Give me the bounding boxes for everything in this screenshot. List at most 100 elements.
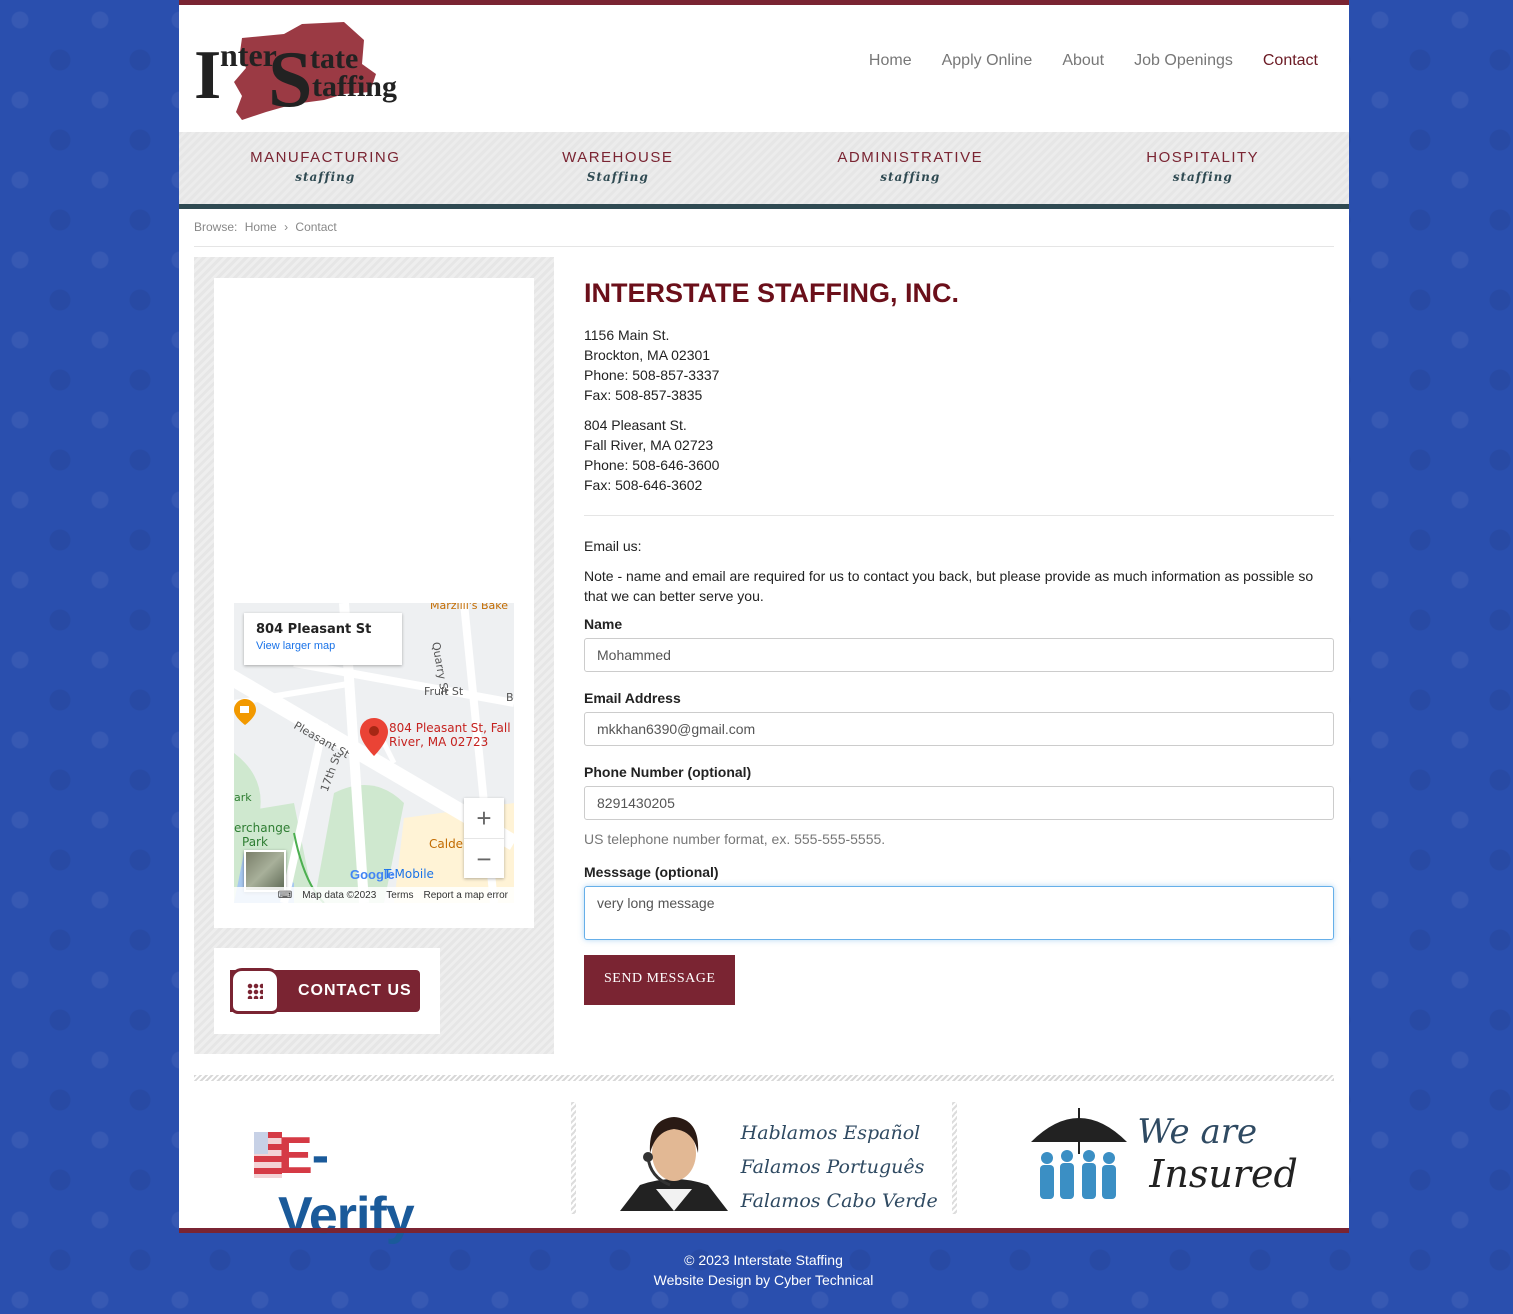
keyboard-icon[interactable]: ⌨ bbox=[278, 890, 292, 901]
category-title: ADMINISTRATIVE bbox=[837, 149, 984, 166]
phone-line: Phone: 508-857-3337 bbox=[584, 367, 720, 383]
page-bottom-border bbox=[179, 1228, 1349, 1233]
nav-job-openings[interactable]: Job Openings bbox=[1134, 52, 1233, 70]
category-subtitle: staffing bbox=[880, 170, 941, 184]
map-pin-label-line1: 804 Pleasant St, Fall bbox=[389, 721, 511, 735]
svg-text:I: I bbox=[194, 37, 221, 114]
page-container: I nter S tate taffing Home Apply Online … bbox=[179, 0, 1349, 1245]
main-content: INTERSTATE STAFFING, INC. 1156 Main St. … bbox=[584, 273, 1334, 1005]
breadcrumb-prefix: Browse: bbox=[194, 220, 238, 234]
map-park-label: ark bbox=[234, 791, 252, 804]
fax-line: Fax: 508-646-3602 bbox=[584, 477, 703, 493]
contact-us-label: CONTACT US bbox=[298, 982, 412, 999]
category-title: HOSPITALITY bbox=[1146, 149, 1260, 166]
languages-text: Hablamos Español Falamos Português Falam… bbox=[741, 1116, 938, 1218]
category-warehouse[interactable]: WAREHOUSE Staffing bbox=[472, 132, 765, 204]
zoom-in-button[interactable]: + bbox=[464, 798, 504, 838]
email-input[interactable]: mkkhan6390@gmail.com bbox=[584, 712, 1334, 746]
language-line: Hablamos Español bbox=[740, 1122, 921, 1144]
map-poi-label: Calde bbox=[429, 837, 464, 851]
everify-e: E bbox=[278, 1127, 313, 1185]
google-logo: Google bbox=[350, 867, 395, 882]
nav-apply-online[interactable]: Apply Online bbox=[942, 52, 1033, 70]
zoom-out-button[interactable]: − bbox=[464, 838, 504, 879]
address-line: 804 Pleasant St. bbox=[584, 417, 687, 433]
map-poi-label: Marzilli's Bake bbox=[430, 603, 509, 612]
message-label: Messsage (optional) bbox=[584, 864, 719, 880]
svg-text:taffing: taffing bbox=[312, 70, 397, 103]
map-satellite-toggle[interactable] bbox=[244, 850, 286, 892]
umbrella-people-icon bbox=[1031, 1108, 1128, 1199]
breadcrumb-current: Contact bbox=[295, 220, 337, 234]
address-line: Brockton, MA 02301 bbox=[584, 347, 711, 363]
languages-badge: Hablamos Español Falamos Português Falam… bbox=[570, 1102, 953, 1214]
category-administrative[interactable]: ADMINISTRATIVE staffing bbox=[764, 132, 1057, 204]
site-logo[interactable]: I nter S tate taffing bbox=[194, 20, 404, 124]
site-footer: © 2023 Interstate Staffing Website Desig… bbox=[0, 1250, 1513, 1290]
section-divider bbox=[584, 515, 1334, 516]
fax-line: Fax: 508-857-3835 bbox=[584, 387, 703, 403]
view-larger-map-link[interactable]: View larger map bbox=[256, 640, 390, 652]
insured-text: We are Insured bbox=[1137, 1112, 1297, 1196]
language-line: Falamos Cabo Verde bbox=[740, 1190, 938, 1212]
address-line: 1156 Main St. bbox=[584, 327, 670, 343]
phone-label: Phone Number (optional) bbox=[584, 764, 752, 780]
map-footer: ⌨ Map data ©2023 Terms Report a map erro… bbox=[234, 887, 514, 903]
category-hospitality[interactable]: HOSPITALITY staffing bbox=[1057, 132, 1350, 204]
design-credit-link[interactable]: Website Design by Cyber Technical bbox=[0, 1270, 1513, 1290]
category-title: MANUFACTURING bbox=[250, 149, 401, 166]
map-street-label: Fruit St bbox=[424, 685, 464, 698]
nav-about[interactable]: About bbox=[1062, 52, 1104, 70]
phone-help-text: US telephone number format, ex. 555-555-… bbox=[584, 831, 886, 847]
map-widget: 804 Pleasant St View larger map Marzilli… bbox=[214, 278, 534, 928]
category-subtitle: Staffing bbox=[586, 170, 649, 184]
contact-us-button[interactable]: CONTACT US bbox=[230, 968, 420, 1014]
name-label: Name bbox=[584, 616, 623, 632]
message-textarea[interactable]: very long message bbox=[584, 886, 1334, 940]
svg-text:S: S bbox=[268, 36, 313, 124]
everify-badge: E-Verify bbox=[194, 1102, 571, 1245]
sidebar: 804 Pleasant St View larger map Marzilli… bbox=[194, 257, 554, 1054]
breadcrumb-home-link[interactable]: Home bbox=[245, 220, 277, 234]
map-pin-label: 804 Pleasant St, Fall River, MA 02723 bbox=[389, 721, 511, 749]
map-data-attribution: Map data ©2023 bbox=[302, 889, 377, 901]
embedded-map[interactable]: 804 Pleasant St View larger map Marzilli… bbox=[234, 603, 514, 903]
category-manufacturing[interactable]: MANUFACTURING staffing bbox=[179, 132, 472, 204]
email-us-heading: Email us: bbox=[584, 538, 642, 554]
map-card-address: 804 Pleasant St bbox=[256, 622, 372, 637]
language-line: Falamos Português bbox=[740, 1156, 925, 1178]
phone-line: Phone: 508-646-3600 bbox=[584, 457, 720, 473]
map-report-error-link[interactable]: Report a map error bbox=[424, 890, 508, 901]
nav-contact[interactable]: Contact bbox=[1263, 52, 1318, 70]
phone-input[interactable]: 8291430205 bbox=[584, 786, 1334, 820]
office-brockton: 1156 Main St. Brockton, MA 02301 Phone: … bbox=[584, 325, 1334, 405]
map-info-card: 804 Pleasant St View larger map bbox=[244, 613, 402, 665]
breadcrumb-separator: › bbox=[284, 220, 289, 234]
map-street-label: B bbox=[506, 691, 514, 704]
nav-home[interactable]: Home bbox=[869, 52, 912, 70]
company-title: INTERSTATE STAFFING, INC. bbox=[584, 278, 959, 308]
form-note: Note - name and email are required for u… bbox=[584, 568, 1314, 604]
map-park-label: erchange bbox=[234, 821, 291, 835]
map-zoom-controls: + − bbox=[464, 798, 504, 878]
main-nav: Home Apply Online About Job Openings Con… bbox=[869, 52, 1318, 70]
category-subtitle: staffing bbox=[1172, 170, 1233, 184]
insured-line2: Insured bbox=[1149, 1152, 1298, 1196]
support-agent-icon bbox=[619, 1117, 728, 1211]
breadcrumb-divider bbox=[194, 246, 1334, 247]
category-bar: MANUFACTURING staffing WAREHOUSE Staffin… bbox=[179, 132, 1349, 209]
name-input[interactable]: Mohammed bbox=[584, 638, 1334, 672]
category-title: WAREHOUSE bbox=[562, 149, 674, 166]
category-subtitle: staffing bbox=[295, 170, 356, 184]
map-pin-label-line2: River, MA 02723 bbox=[389, 735, 489, 749]
insured-line1: We are bbox=[1137, 1112, 1258, 1152]
footer-divider bbox=[194, 1075, 1334, 1081]
map-pin-icon[interactable] bbox=[360, 718, 388, 756]
office-fall-river: 804 Pleasant St. Fall River, MA 02723 Ph… bbox=[584, 415, 1334, 495]
phone-icon bbox=[230, 968, 280, 1014]
address-line: Fall River, MA 02723 bbox=[584, 437, 714, 453]
send-message-button[interactable]: SEND MESSAGE bbox=[584, 955, 736, 1005]
cafe-poi-icon[interactable] bbox=[234, 699, 256, 725]
map-park-label: Park bbox=[242, 835, 268, 849]
map-terms-link[interactable]: Terms bbox=[386, 890, 413, 901]
